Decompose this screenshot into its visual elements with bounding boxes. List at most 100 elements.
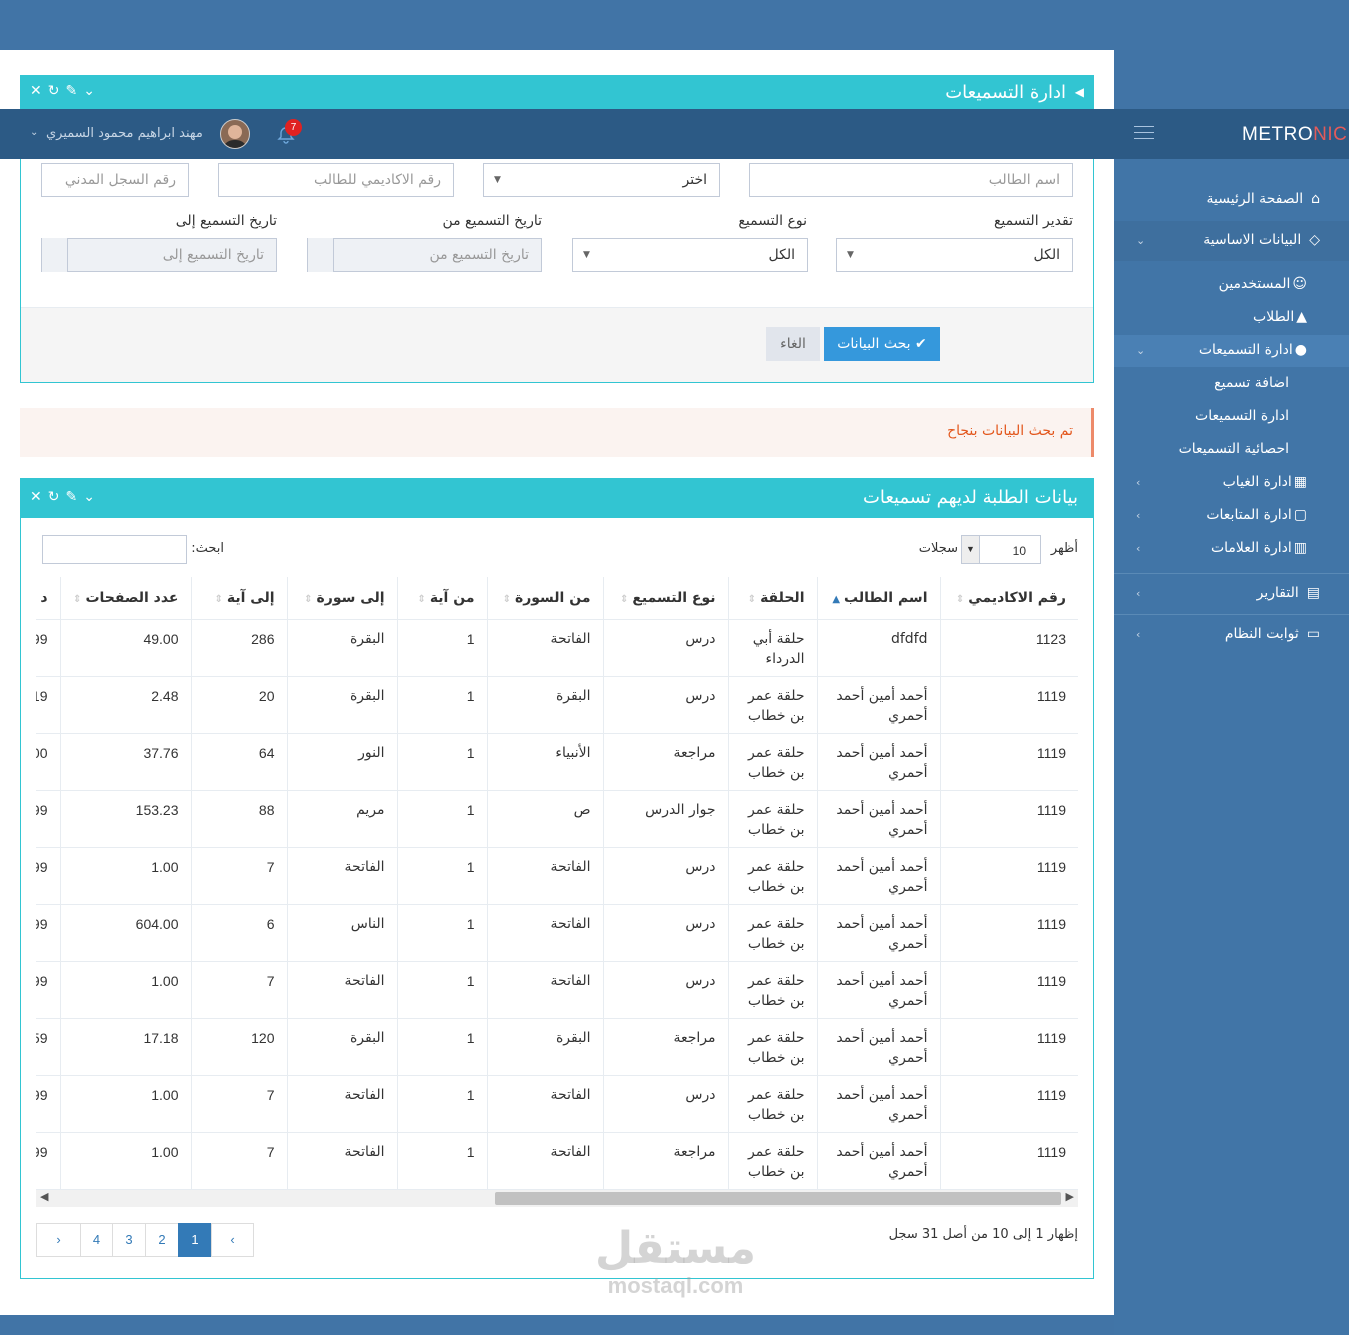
avatar[interactable] bbox=[220, 119, 250, 149]
cancel-button[interactable]: الغاء bbox=[766, 327, 820, 361]
success-alert: تم بحث البيانات بنجاح bbox=[20, 408, 1094, 457]
pagination-page-3[interactable]: 3 bbox=[112, 1223, 146, 1257]
pagination-page-1[interactable]: 1 bbox=[178, 1223, 212, 1257]
grade-select[interactable]: الكل ▼ bbox=[836, 238, 1073, 272]
sort-icon: ⇕ bbox=[304, 593, 313, 605]
logo-text-accent: NIC bbox=[1313, 124, 1348, 145]
sidebar-item-label: ادارة التسميعات bbox=[1198, 342, 1293, 358]
table-row[interactable]: 1123 dfdfd حلقة أبي الدرداء درس الفاتحة 1 البق… bbox=[36, 619, 1078, 677]
collapse-icon[interactable]: ⌄ bbox=[83, 83, 101, 99]
table-cell: 1 bbox=[396, 847, 487, 905]
table-cell: 64 bbox=[190, 733, 287, 791]
table-cell: النور bbox=[286, 733, 397, 791]
sidebar-item-home[interactable]: ⌂ الصفحة الرئيسية bbox=[1207, 191, 1320, 207]
table-cell: 1119 bbox=[939, 1132, 1078, 1190]
reload-icon[interactable]: ↻ bbox=[48, 83, 66, 99]
column-header[interactable]: نوع التسميع⇕ bbox=[602, 577, 728, 620]
table-cell: 2.48 bbox=[59, 676, 191, 734]
table-row[interactable]: 1119 أحمد أمين أحمد أحمري حلقة عمر بن خطاب… bbox=[36, 1018, 1078, 1076]
sidebar-item-marks[interactable]: ▥ادارة العلامات bbox=[1211, 540, 1307, 556]
table-scroll[interactable]: رقم الاكاديمي⇕ اسم الطالب▲ الحلقة⇕ نوع التس… bbox=[36, 577, 1078, 1190]
scroll-thumb[interactable] bbox=[495, 1192, 1061, 1205]
table-cell: حلقة عمر بن خطاب bbox=[727, 1132, 817, 1190]
pagination-prev[interactable]: ‹ bbox=[211, 1223, 254, 1257]
microphone-icon: ● bbox=[1294, 342, 1307, 358]
date-from-input[interactable]: تاريخ التسميع من bbox=[307, 238, 542, 272]
column-header[interactable]: اسم الطالب▲ bbox=[816, 577, 940, 620]
table-cell: حلقة عمر بن خطاب bbox=[727, 847, 817, 905]
pagination-page-2[interactable]: 2 bbox=[145, 1223, 179, 1257]
sidebar-item-students[interactable]: ▲الطلاب bbox=[1253, 309, 1307, 325]
user-icon: ☺ bbox=[1292, 276, 1307, 292]
sidebar-item-constants[interactable]: ▭ ثوابت النظام bbox=[1225, 626, 1320, 642]
sidebar-item-basic-data[interactable]: ◇ البيانات الاساسية bbox=[1203, 232, 1320, 248]
column-header[interactable]: من السورة⇕ bbox=[486, 577, 603, 620]
close-icon[interactable]: ✕ bbox=[30, 489, 48, 505]
date-from-placeholder: تاريخ التسميع من bbox=[429, 247, 529, 263]
table-cell: 1123 bbox=[939, 619, 1078, 677]
table-row[interactable]: 1119 أحمد أمين أحمد أحمري حلقة عمر بن خطاب… bbox=[36, 847, 1078, 905]
collapse-icon[interactable]: ⌄ bbox=[83, 489, 101, 505]
close-icon[interactable]: ✕ bbox=[30, 83, 48, 99]
table-row[interactable]: 1119 أحمد أمين أحمد أحمري حلقة عمر بن خطاب… bbox=[36, 1132, 1078, 1190]
column-header[interactable]: رقم الاكاديمي⇕ bbox=[939, 577, 1078, 620]
academic-no-input[interactable]: رقم الاكاديمي للطالب bbox=[218, 163, 454, 197]
table-row[interactable]: 1119 أحمد أمين أحمد أحمري حلقة عمر بن خطاب… bbox=[36, 733, 1078, 791]
search-button[interactable]: ✔ بحث البيانات bbox=[824, 327, 940, 361]
search-portlet-header: ادارة التسميعات ◀ ✕↻✎⌄ bbox=[20, 75, 1094, 109]
scroll-left-arrow[interactable]: ◀ bbox=[40, 1190, 48, 1203]
student-name-input[interactable]: اسم الطالب bbox=[749, 163, 1073, 197]
column-header[interactable]: الحلقة⇕ bbox=[727, 577, 817, 620]
config-icon[interactable]: ✎ bbox=[65, 83, 83, 99]
horizontal-scrollbar[interactable]: ◀ ▶ bbox=[36, 1190, 1078, 1207]
sidebar-item-reports[interactable]: ▤ التقارير bbox=[1257, 585, 1320, 601]
calendar-button[interactable] bbox=[42, 238, 68, 272]
reload-icon[interactable]: ↻ bbox=[48, 489, 66, 505]
sort-icon: ⇕ bbox=[619, 593, 629, 605]
check-icon: ✔ bbox=[910, 336, 927, 352]
sidebar-item-add-recitation[interactable]: اضافة تسميع bbox=[1214, 375, 1289, 391]
page-size-value: 10 bbox=[1012, 544, 1026, 558]
type-select[interactable]: الكل ▼ bbox=[572, 238, 808, 272]
sidebar-item-absence[interactable]: ▦ادارة الغياب bbox=[1223, 474, 1307, 490]
sidebar-menu: ⌂الصفحة الرئيسية ◇البيانات الاساسية ⌄ ☺ا… bbox=[1114, 159, 1349, 679]
sidebar-item-recitations-list[interactable]: ادارة التسميعات bbox=[1195, 408, 1289, 424]
pagination-page-4[interactable]: 4 bbox=[80, 1223, 113, 1257]
sidebar-item-label: الصفحة الرئيسية bbox=[1206, 191, 1304, 207]
column-header[interactable]: إلى سورة⇕ bbox=[286, 577, 397, 620]
pagination-next[interactable]: › bbox=[36, 1223, 81, 1257]
table-row[interactable]: 1119 أحمد أمين أحمد أحمري حلقة عمر بن خطاب… bbox=[36, 790, 1078, 848]
table-row[interactable]: 1119 أحمد أمين أحمد أحمري حلقة عمر بن خطاب… bbox=[36, 676, 1078, 734]
table-cell: درس bbox=[602, 1075, 728, 1133]
sidebar-item-users[interactable]: ☺المستخدمين bbox=[1219, 276, 1307, 292]
menu-toggle-icon[interactable] bbox=[1134, 126, 1154, 140]
sidebar-item-recitation-stats[interactable]: احصائية التسميعات bbox=[1179, 441, 1289, 457]
table-cell: الفاتحة bbox=[286, 1132, 397, 1190]
date-to-input[interactable]: تاريخ التسميع إلى bbox=[41, 238, 277, 272]
page-size-select[interactable]: 10 ▼ bbox=[961, 535, 1041, 564]
table-row[interactable]: 1119 أحمد أمين أحمد أحمري حلقة عمر بن خطاب… bbox=[36, 1075, 1078, 1133]
column-header[interactable]: من آية⇕ bbox=[396, 577, 487, 620]
column-header[interactable]: إلى آية⇕ bbox=[190, 577, 287, 620]
column-header[interactable]: عدد الصفحات⇕ bbox=[59, 577, 191, 620]
table-cell: الفاتحة bbox=[486, 619, 603, 677]
brand-logo[interactable]: METRONIC bbox=[1242, 124, 1347, 146]
scroll-right-arrow[interactable]: ▶ bbox=[1066, 1190, 1074, 1203]
table-cell: مراجعة bbox=[602, 733, 728, 791]
chevron-down-icon[interactable]: ⌄ bbox=[30, 127, 38, 138]
calendar-button[interactable] bbox=[308, 238, 334, 272]
sidebar-item-label: التقارير bbox=[1256, 585, 1299, 601]
sidebar-item-recitations-mgmt[interactable]: ●ادارة التسميعات bbox=[1199, 342, 1307, 358]
table-search-input[interactable] bbox=[42, 535, 187, 564]
caret-down-icon: ▼ bbox=[847, 250, 854, 260]
table-cell: 20 bbox=[190, 676, 287, 734]
column-header[interactable]: د⇕ bbox=[36, 577, 60, 620]
sidebar-item-followups[interactable]: ▢ادارة المتابعات bbox=[1206, 507, 1307, 523]
user-name[interactable]: مهند ابراهيم محمود السميري bbox=[46, 126, 203, 141]
table-row[interactable]: 1119 أحمد أمين أحمد أحمري حلقة عمر بن خطاب… bbox=[36, 904, 1078, 962]
table-cell: مراجعة bbox=[602, 1132, 728, 1190]
config-icon[interactable]: ✎ bbox=[65, 489, 83, 505]
choose-select[interactable]: اختر ▼ bbox=[483, 163, 720, 197]
table-row[interactable]: 1119 أحمد أمين أحمد أحمري حلقة عمر بن خطاب… bbox=[36, 961, 1078, 1019]
civil-no-input[interactable]: رقم السجل المدني bbox=[41, 163, 189, 197]
